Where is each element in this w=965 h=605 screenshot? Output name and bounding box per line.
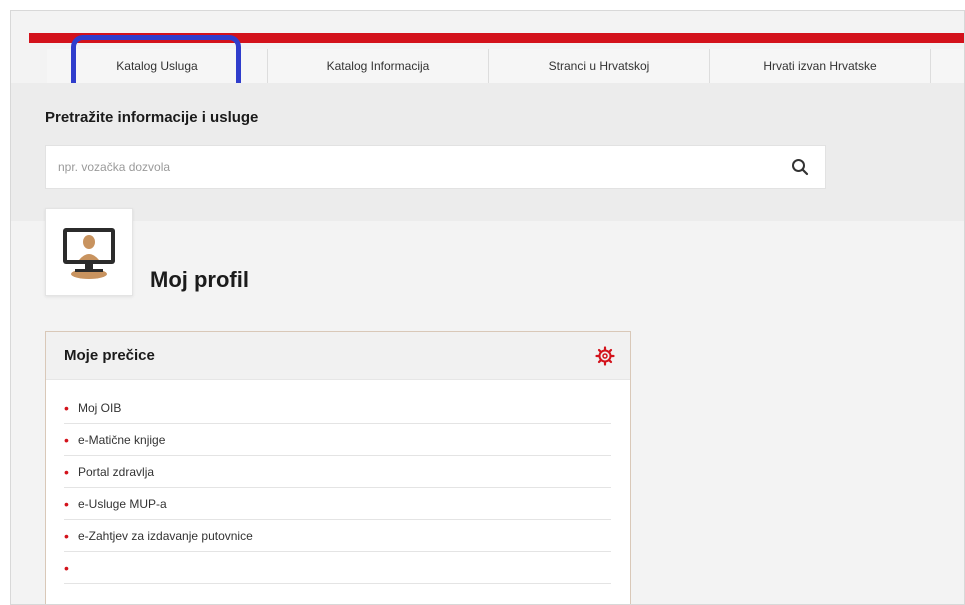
main-nav-tabs: Katalog Usluga Katalog Informacija Stran… <box>47 49 964 83</box>
bullet-icon: • <box>64 431 69 448</box>
list-item: • e-Usluge MUP-a <box>64 488 611 520</box>
shortcut-link-moj-oib[interactable]: Moj OIB <box>78 401 121 415</box>
tab-hrvati-izvan-hrvatske[interactable]: Hrvati izvan Hrvatske <box>710 49 931 83</box>
search-title: Pretražite informacije i usluge <box>45 109 259 126</box>
top-red-bar <box>29 33 964 43</box>
avatar <box>45 208 133 296</box>
bullet-icon: • <box>64 399 69 416</box>
shortcut-list: • Moj OIB • e-Matične knjige • Portal zd… <box>46 380 630 584</box>
search-icon <box>792 159 809 176</box>
shortcuts-header: Moje prečice <box>46 332 630 380</box>
shortcut-link-portal-zdravlja[interactable]: Portal zdravlja <box>78 465 154 479</box>
search-box <box>45 145 826 189</box>
search-section: Pretražite informacije i usluge <box>11 83 964 221</box>
bullet-icon: • <box>64 527 69 544</box>
shortcuts-title: Moje prečice <box>64 347 155 364</box>
shortcut-link-e-maticne-knjige[interactable]: e-Matične knjige <box>78 433 165 447</box>
list-item: • Portal zdravlja <box>64 456 611 488</box>
tab-katalog-usluga[interactable]: Katalog Usluga <box>47 49 268 83</box>
bullet-icon: • <box>64 463 69 480</box>
browser-frame: Katalog Usluga Katalog Informacija Stran… <box>10 10 965 605</box>
list-item: • e-Zahtjev za izdavanje putovnice <box>64 520 611 552</box>
tab-stranci-u-hrvatskoj[interactable]: Stranci u Hrvatskoj <box>489 49 710 83</box>
search-button[interactable] <box>775 146 825 188</box>
list-item: • <box>64 552 611 584</box>
person-at-computer-icon <box>63 228 115 279</box>
page-title: Moj profil <box>150 267 249 292</box>
bullet-icon: • <box>64 495 69 512</box>
list-item: • e-Matične knjige <box>64 424 611 456</box>
list-item: • Moj OIB <box>64 392 611 424</box>
bullet-icon: • <box>64 559 69 576</box>
shortcut-link-e-zahtjev-putovnica[interactable]: e-Zahtjev za izdavanje putovnice <box>78 529 253 543</box>
tab-katalog-informacija[interactable]: Katalog Informacija <box>268 49 489 83</box>
shortcut-link-e-usluge-mup[interactable]: e-Usluge MUP-a <box>78 497 167 511</box>
shortcuts-panel: Moje prečice • Moj OIB • e-Matične knjig… <box>45 331 631 604</box>
search-input[interactable] <box>46 146 775 188</box>
shortcuts-settings-button[interactable] <box>594 345 616 367</box>
gear-icon <box>595 345 615 366</box>
